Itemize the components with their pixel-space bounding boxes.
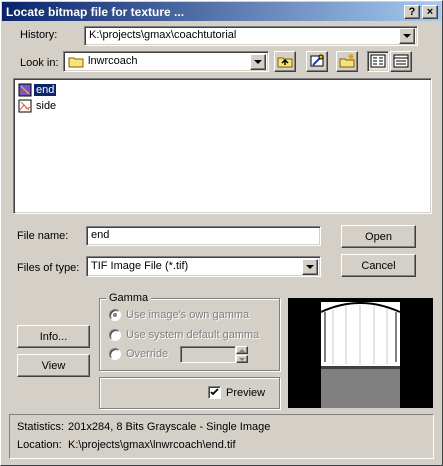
image-file-icon bbox=[18, 83, 32, 97]
view-button[interactable]: View bbox=[17, 354, 90, 377]
history-label: History: bbox=[20, 29, 58, 41]
preview-label: Preview bbox=[226, 386, 266, 399]
coach-end-thumbnail bbox=[288, 298, 433, 408]
statistics-value: 201x284, 8 Bits Grayscale - Single Image bbox=[68, 421, 271, 433]
preview-toggle[interactable]: Preview bbox=[208, 386, 265, 399]
location-value: K:\projects\gmax\lnwrcoach\end.tif bbox=[68, 439, 236, 451]
file-name-input[interactable]: end bbox=[86, 226, 321, 246]
up-one-level-button[interactable] bbox=[274, 51, 296, 72]
gamma-group-title: Gamma bbox=[106, 292, 152, 304]
history-dropdown[interactable]: K:\projects\gmax\coachtutorial bbox=[84, 26, 418, 46]
window-title: Locate bitmap file for texture ... bbox=[6, 4, 185, 19]
radio-button[interactable] bbox=[109, 309, 121, 321]
new-folder-icon bbox=[339, 54, 355, 68]
file-type-label: Files of type: bbox=[17, 262, 80, 274]
gamma-option-label: Override bbox=[126, 348, 169, 360]
look-in-label-text: Look in: bbox=[20, 57, 59, 69]
radio-button[interactable] bbox=[109, 348, 121, 360]
history-value: K:\projects\gmax\coachtutorial bbox=[89, 29, 237, 41]
info-button[interactable]: Info... bbox=[17, 325, 90, 348]
look-in-label: Look in: bbox=[20, 57, 59, 69]
list-item[interactable]: side bbox=[18, 99, 58, 113]
gamma-option-own[interactable]: Use image's own gamma bbox=[109, 309, 249, 321]
folder-icon bbox=[68, 55, 84, 71]
title-bar[interactable]: Locate bitmap file for texture ... bbox=[2, 2, 441, 21]
preview-checkbox[interactable] bbox=[208, 386, 221, 399]
preview-image bbox=[288, 298, 433, 408]
list-item[interactable]: end bbox=[18, 83, 58, 97]
gamma-option-label: Use image's own gamma bbox=[126, 309, 250, 321]
open-button[interactable]: Open bbox=[341, 225, 416, 248]
help-button[interactable]: ? bbox=[404, 5, 420, 19]
look-in-dropdown-arrow-icon[interactable] bbox=[250, 54, 266, 70]
image-file-icon bbox=[18, 99, 32, 113]
details-view-button[interactable] bbox=[390, 51, 412, 72]
find-button[interactable] bbox=[306, 51, 328, 72]
spinner-up-icon[interactable] bbox=[236, 346, 248, 354]
history-dropdown-arrow-icon[interactable] bbox=[399, 28, 415, 44]
checkmark-icon bbox=[210, 388, 219, 396]
list-view-button[interactable] bbox=[367, 51, 389, 72]
file-type-dropdown[interactable]: TIF Image File (*.tif) bbox=[86, 256, 321, 277]
file-type-value: TIF Image File (*.tif) bbox=[91, 260, 189, 272]
file-name-label: end bbox=[32, 83, 58, 97]
statistics-label: Statistics: bbox=[17, 421, 65, 433]
radio-button[interactable] bbox=[109, 329, 121, 341]
file-type-dropdown-arrow-icon[interactable] bbox=[302, 259, 318, 275]
spinner-down-icon[interactable] bbox=[236, 355, 248, 363]
new-folder-button[interactable] bbox=[336, 51, 358, 72]
file-list[interactable]: end side bbox=[13, 78, 432, 214]
gamma-option-system[interactable]: Use system default gamma bbox=[109, 329, 259, 341]
details-view-icon bbox=[393, 54, 409, 68]
file-name-label: File name: bbox=[17, 230, 69, 242]
list-view-icon bbox=[370, 54, 386, 68]
gamma-option-label: Use system default gamma bbox=[126, 329, 260, 341]
folder-up-icon bbox=[277, 57, 293, 68]
file-name-label: side bbox=[36, 100, 57, 112]
look-in-value: lnwrcoach bbox=[88, 55, 138, 67]
close-button[interactable]: × bbox=[422, 5, 438, 19]
location-label: Location: bbox=[17, 439, 62, 451]
gamma-option-override[interactable]: Override bbox=[109, 348, 168, 360]
file-name-value: end bbox=[91, 229, 110, 241]
gamma-override-input[interactable] bbox=[180, 346, 236, 363]
cancel-button[interactable]: Cancel bbox=[341, 254, 416, 277]
search-folder-icon bbox=[310, 54, 324, 67]
look-in-dropdown[interactable]: lnwrcoach bbox=[63, 51, 269, 72]
